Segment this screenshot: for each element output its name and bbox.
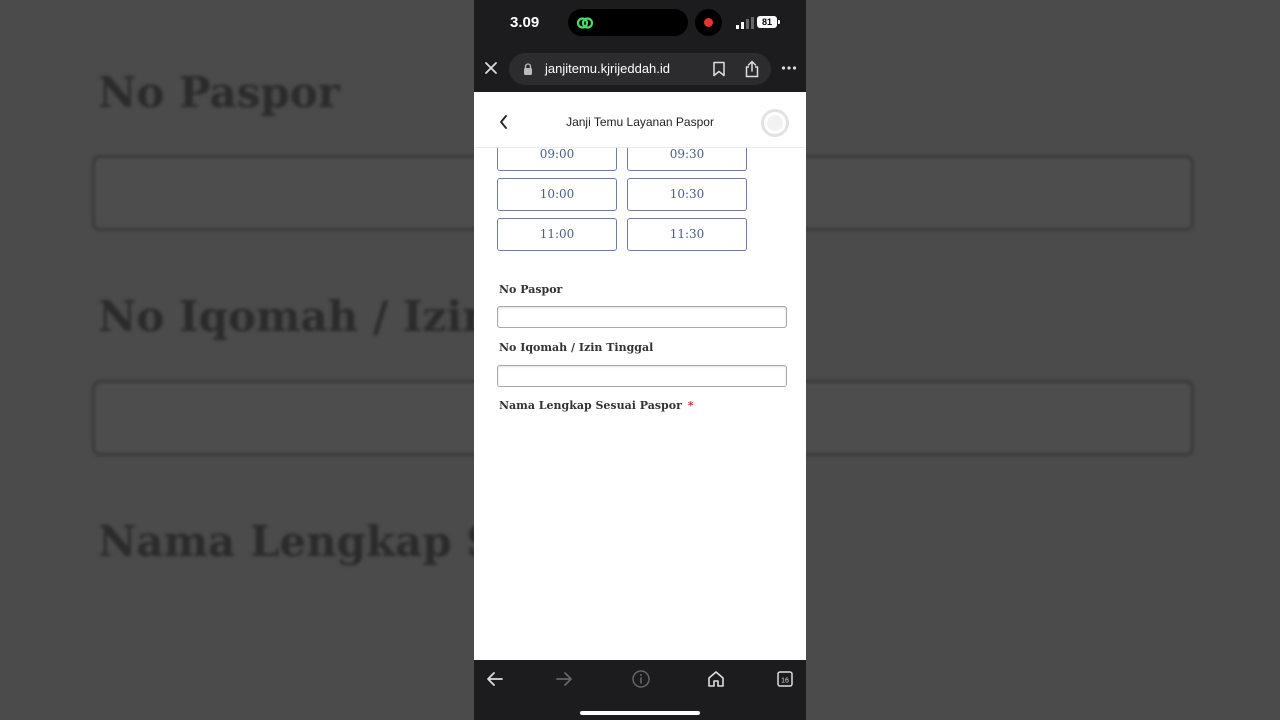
- bookmark-icon[interactable]: [712, 61, 726, 77]
- url-text: janjitemu.kjrijeddah.id: [545, 61, 671, 76]
- page-header: Janji Temu Layanan Paspor: [474, 92, 806, 148]
- lock-icon: [524, 63, 532, 75]
- screen-recording-indicator: [695, 9, 722, 36]
- forward-arrow-icon[interactable]: [554, 669, 574, 689]
- status-time: 3.09: [510, 14, 540, 31]
- close-icon[interactable]: [483, 60, 499, 76]
- time-slot-1000[interactable]: 10:00: [497, 178, 617, 211]
- link-icon: [576, 17, 594, 29]
- home-icon[interactable]: [706, 669, 726, 689]
- record-icon: [704, 18, 713, 27]
- dynamic-island: [568, 9, 688, 36]
- fullname-label: Nama Lengkap Sesuai Paspor *: [499, 399, 694, 412]
- time-slot-1130[interactable]: 11:30: [627, 218, 747, 251]
- browser-bottom-toolbar: 16: [474, 660, 806, 720]
- time-slot-1030[interactable]: 10:30: [627, 178, 747, 211]
- browser-toolbar: janjitemu.kjrijeddah.id: [474, 46, 806, 92]
- avatar-icon[interactable]: [761, 109, 789, 137]
- back-arrow-icon[interactable]: [485, 669, 505, 689]
- signal-icon: [736, 17, 754, 29]
- home-indicator[interactable]: [580, 711, 700, 715]
- iqomah-input[interactable]: [497, 365, 787, 387]
- phone-screen: 3.09 81 janjitemu.kjrijeddah.id Janji Te…: [474, 0, 806, 720]
- web-page: Janji Temu Layanan Paspor 09:00 09:30 10…: [474, 92, 806, 660]
- battery-tip: [778, 20, 780, 24]
- fullname-label-text: Nama Lengkap Sesuai Paspor: [499, 399, 682, 412]
- iqomah-label: No Iqomah / Izin Tinggal: [499, 341, 654, 354]
- time-slot-1100[interactable]: 11:00: [497, 218, 617, 251]
- svg-text:16: 16: [781, 678, 789, 685]
- bg-label-iqomah: No Iqomah / Izin T: [98, 292, 539, 341]
- more-icon[interactable]: [781, 65, 797, 71]
- page-title: Janji Temu Layanan Paspor: [566, 115, 714, 129]
- address-bar[interactable]: janjitemu.kjrijeddah.id: [509, 53, 771, 85]
- passport-input[interactable]: [497, 306, 787, 328]
- share-icon[interactable]: [744, 60, 760, 78]
- bg-label-passport: No Paspor: [98, 68, 340, 117]
- passport-label: No Paspor: [499, 283, 563, 296]
- battery-indicator: 81: [757, 16, 777, 28]
- required-marker: *: [687, 399, 694, 412]
- tabs-icon[interactable]: 16: [775, 669, 795, 689]
- reader-icon[interactable]: [631, 669, 651, 689]
- status-bar: 3.09 81: [474, 0, 806, 46]
